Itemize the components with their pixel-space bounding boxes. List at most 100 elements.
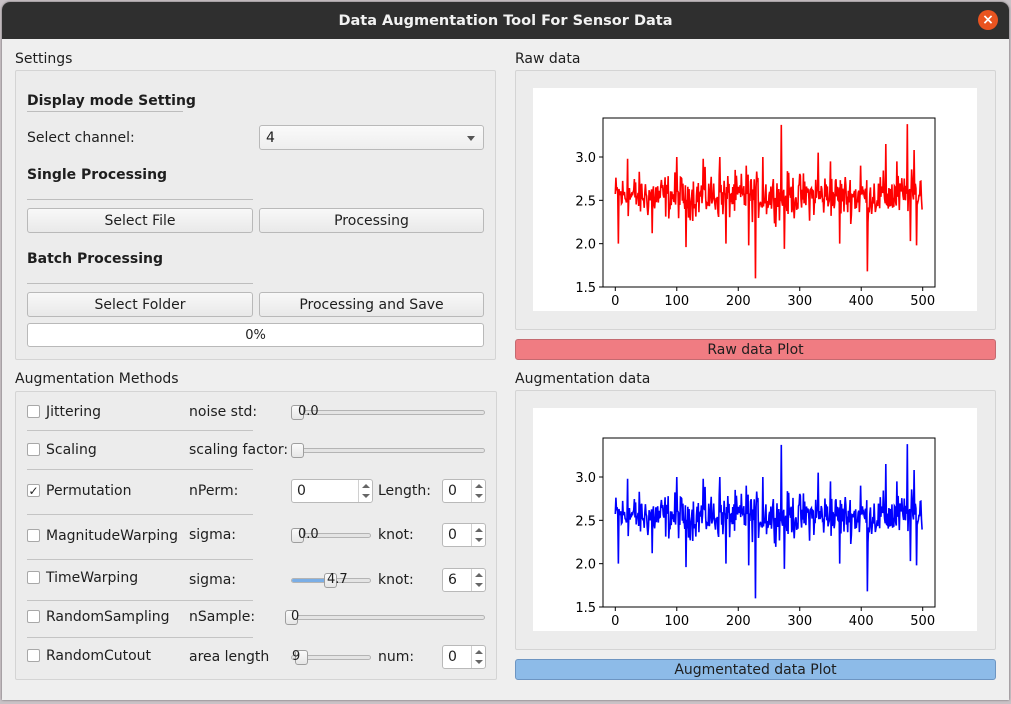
timewarp-knot-value: 6: [448, 572, 457, 588]
spin-up-icon[interactable]: [475, 573, 483, 577]
length-value: 0: [448, 483, 457, 499]
app-window: Data Augmentation Tool For Sensor Data ×…: [2, 2, 1009, 700]
title-bar: Data Augmentation Tool For Sensor Data ×: [2, 2, 1009, 39]
area-length-slider[interactable]: 9: [291, 649, 371, 665]
spin-down-icon[interactable]: [362, 494, 370, 498]
noise-std-slider[interactable]: 0.0: [291, 404, 485, 420]
spin-up-icon[interactable]: [475, 528, 483, 532]
timewarp-sigma-label: sigma:: [189, 572, 237, 588]
x-tick-label: 100: [664, 614, 689, 629]
spin-down-icon[interactable]: [475, 538, 483, 542]
batch-processing-title: Batch Processing: [27, 251, 163, 267]
x-tick-label: 0: [611, 294, 619, 309]
num-value: 0: [448, 649, 457, 665]
x-tick-label: 300: [787, 614, 812, 629]
noise-std-value: 0.0: [298, 404, 319, 419]
raw-data-title: Raw data: [515, 51, 581, 67]
raw-data-plot-button[interactable]: Raw data Plot: [515, 339, 996, 360]
nperm-spinbox[interactable]: 0: [291, 479, 373, 503]
row-divider: [27, 514, 253, 515]
random-sampling-checkbox[interactable]: [27, 610, 40, 623]
row-divider: [27, 600, 253, 601]
close-icon[interactable]: ×: [978, 10, 998, 30]
processing-and-save-button[interactable]: Processing and Save: [259, 292, 484, 317]
nperm-label: nPerm:: [189, 483, 239, 499]
scaling-factor-label: scaling factor:: [189, 442, 289, 458]
x-tick-label: 100: [664, 294, 689, 309]
jittering-checkbox[interactable]: [27, 405, 40, 418]
permutation-checkbox[interactable]: ✓: [27, 484, 40, 497]
noise-std-label: noise std:: [189, 404, 258, 420]
scaling-factor-slider[interactable]: [291, 443, 485, 458]
scaling-label: Scaling: [46, 442, 97, 458]
scaling-checkbox[interactable]: [27, 443, 40, 456]
raw-data-chart: 0 100 200 300 400 500 1.5 2.0 2.5 3.0: [575, 117, 936, 309]
y-tick-label: 3.0: [575, 471, 596, 486]
nperm-value: 0: [297, 483, 306, 499]
single-processing-title: Single Processing: [27, 167, 168, 183]
x-tick-label: 500: [910, 294, 935, 309]
num-spinbox[interactable]: 0: [442, 645, 486, 669]
x-tick-label: 500: [910, 614, 935, 629]
timewarp-knot-label: knot:: [378, 572, 414, 588]
spin-down-icon[interactable]: [475, 583, 483, 587]
display-mode-underline: [27, 111, 183, 112]
row-divider: [27, 469, 253, 470]
spin-down-icon[interactable]: [475, 660, 483, 664]
nsample-label: nSample:: [189, 609, 256, 625]
magnitude-knot-spinbox[interactable]: 0: [442, 523, 486, 547]
random-sampling-label: RandomSampling: [46, 609, 170, 625]
y-tick-label: 3.0: [575, 151, 596, 166]
magnitude-sigma-value: 0.0: [298, 527, 319, 542]
select-file-button[interactable]: Select File: [27, 208, 253, 233]
x-tick-label: 200: [726, 294, 751, 309]
nsample-value: 0: [291, 609, 300, 624]
display-mode-title: Display mode Setting: [27, 93, 196, 109]
magnitude-sigma-label: sigma:: [189, 527, 237, 543]
progress-text: 0%: [245, 327, 266, 343]
permutation-label: Permutation: [46, 483, 132, 499]
augmentation-group-title: Augmentation Methods: [15, 371, 179, 387]
channel-select[interactable]: 4: [259, 125, 484, 150]
spin-up-icon[interactable]: [475, 484, 483, 488]
magnitude-knot-value: 0: [448, 527, 457, 543]
row-divider: [27, 559, 253, 560]
raw-data-plot: 0 100 200 300 400 500 1.5 2.0 2.5 3.0: [533, 88, 977, 311]
spin-up-icon[interactable]: [475, 650, 483, 654]
jittering-label: Jittering: [46, 404, 102, 420]
spin-up-icon[interactable]: [362, 484, 370, 488]
x-tick-label: 0: [611, 614, 619, 629]
y-tick-label: 2.5: [575, 514, 596, 529]
num-label: num:: [378, 649, 415, 665]
timewarp-sigma-slider[interactable]: 4.7: [291, 572, 371, 588]
length-spinbox[interactable]: 0: [442, 479, 486, 503]
random-cutout-label: RandomCutout: [46, 648, 152, 664]
random-cutout-checkbox[interactable]: [27, 649, 40, 662]
x-tick-label: 400: [849, 294, 874, 309]
select-folder-button[interactable]: Select Folder: [27, 292, 253, 317]
augmentation-data-title: Augmentation data: [515, 371, 651, 387]
y-tick-label: 1.5: [575, 601, 596, 616]
data-series-line: [614, 124, 923, 279]
y-tick-label: 2.0: [575, 558, 596, 573]
nsample-slider[interactable]: 0: [285, 609, 485, 625]
data-series-line: [614, 444, 923, 599]
area-length-value: 9: [292, 649, 301, 664]
batch-processing-divider: [27, 283, 253, 284]
augmentated-data-plot-button[interactable]: Augmentated data Plot: [515, 659, 996, 680]
single-processing-divider: [27, 199, 253, 200]
magnitude-warping-checkbox[interactable]: [27, 529, 40, 542]
time-warping-checkbox[interactable]: [27, 571, 40, 584]
window-title: Data Augmentation Tool For Sensor Data: [338, 12, 673, 29]
length-label: Length:: [378, 483, 432, 499]
processing-button[interactable]: Processing: [259, 208, 484, 233]
spin-down-icon[interactable]: [475, 494, 483, 498]
y-tick-label: 2.5: [575, 194, 596, 209]
select-channel-label: Select channel:: [27, 130, 135, 146]
timewarp-knot-spinbox[interactable]: 6: [442, 568, 486, 592]
magnitude-sigma-slider[interactable]: 0.0: [291, 527, 371, 543]
row-divider: [27, 637, 253, 638]
progress-bar: 0%: [27, 323, 484, 347]
scaling-factor-slider-handle[interactable]: [291, 443, 304, 458]
chevron-down-icon: [467, 136, 475, 141]
